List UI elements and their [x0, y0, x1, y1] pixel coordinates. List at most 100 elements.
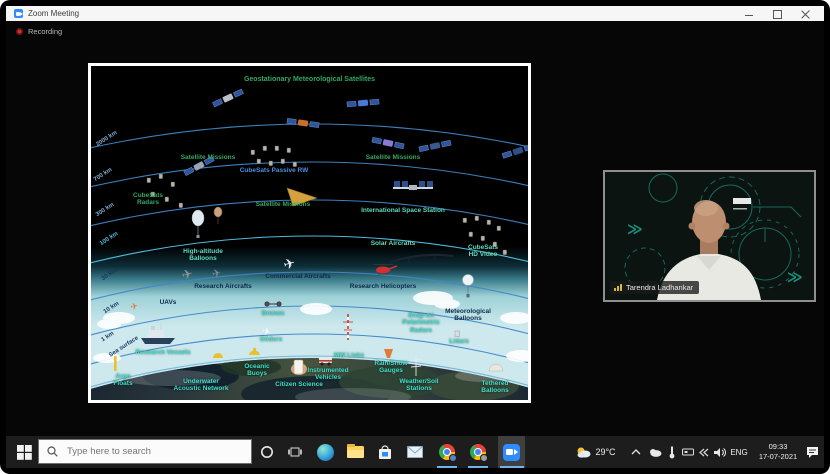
label-uavs: UAVs: [159, 299, 177, 306]
label-instrumented-vehicles: Instrumented Vehicles: [307, 367, 349, 382]
label-research-aircrafts: Research Aircrafts: [194, 283, 252, 290]
usb-icon: [682, 448, 694, 456]
label-satellite-missions: Satellite Missions: [255, 201, 311, 208]
label-citizen-science: Citizen Science: [275, 381, 323, 388]
participant-name-tag: Tarendra Ladhankar: [610, 281, 700, 294]
store-icon: [379, 444, 391, 459]
store-button[interactable]: [372, 436, 398, 468]
label-cubesats-hd: CubeSats HD Video: [468, 244, 498, 259]
recording-dot-icon: [16, 28, 23, 35]
rain-gauge-icon: [384, 349, 393, 358]
svg-text:✈: ✈: [282, 255, 298, 274]
drone-icon: [264, 301, 282, 307]
thermometer-icon: [669, 446, 675, 458]
shared-screen-slide: ✈ ✈ ✈ ✈ ✈ Geostationary Meteorological S…: [88, 63, 531, 403]
zoom-icon: [503, 443, 520, 461]
label-rain-snow-gauges: Rain/Snow Gauges: [374, 360, 408, 375]
volume-icon: [713, 447, 726, 457]
chevron-up-icon: [631, 449, 641, 455]
zoom-taskbar-button[interactable]: [498, 436, 525, 468]
label-commercial-aircrafts: Commercial Aircrafts: [265, 273, 331, 280]
onedrive-tray-button[interactable]: [646, 436, 664, 468]
taskbar-search[interactable]: [38, 439, 252, 464]
cortana-icon: [261, 446, 273, 458]
mail-icon: [407, 446, 423, 458]
start-button[interactable]: [12, 436, 36, 468]
action-center-button[interactable]: [802, 436, 822, 468]
onedrive-cloud-icon: [650, 448, 662, 457]
cortana-button[interactable]: [254, 436, 280, 468]
file-explorer-button[interactable]: [342, 436, 368, 468]
edge-button[interactable]: [312, 436, 338, 468]
label-snap-radars: Snap-on Polarimetric Radars: [402, 312, 440, 334]
svg-text:≫: ≫: [787, 268, 803, 286]
label-argo-floats: Argo Floats: [113, 373, 133, 388]
svg-text:✈: ✈: [130, 302, 140, 313]
label-solar-aircrafts: Solar Aircrafts: [370, 240, 416, 247]
edge-icon: [316, 443, 334, 461]
search-input[interactable]: [65, 445, 229, 458]
label-weather-soil-stations: Weather/Soil Stations: [399, 378, 439, 393]
active-app-indicator: [468, 466, 488, 468]
clock-time: 09:33: [768, 441, 788, 451]
meeting-content-area: Recording ✈ ✈ ✈ ✈ ✈ Geostationary Meteor…: [6, 21, 824, 436]
label-gliders: Gliders: [259, 336, 283, 343]
weather-temp: 29°C: [595, 447, 616, 457]
usb-tray-button[interactable]: [680, 436, 696, 468]
label-high-altitude-balloons: High-altitude Balloons: [183, 248, 223, 263]
iss-icon: [393, 181, 433, 190]
label-satellite-missions: Satellite Missions: [180, 154, 236, 161]
slide-title: Geostationary Meteorological Satellites: [243, 76, 376, 83]
lidar-icon: [454, 330, 460, 337]
weather-icon: [577, 447, 591, 458]
chrome-badge: [449, 454, 457, 462]
maximize-button[interactable]: [772, 9, 782, 19]
file-explorer-icon: [346, 443, 364, 458]
show-hidden-icons-button[interactable]: [628, 436, 644, 468]
zoom-app-icon: [14, 9, 23, 18]
language-code: ENG: [730, 447, 748, 457]
tethered-balloon-icon: [488, 363, 504, 372]
screen-frame: Zoom Meeting Recording ✈ ✈ ✈ ✈ ✈ Geostat…: [0, 0, 830, 474]
weather-widget[interactable]: 29°C: [566, 436, 626, 468]
label-research-helicopters: Research Helicopters: [349, 283, 417, 290]
chrome-button-1[interactable]: [434, 436, 460, 468]
zoom-window-titlebar: Zoom Meeting: [6, 6, 824, 21]
helicopter-icon: [373, 264, 398, 275]
participant-name: Tarendra Ladhankar: [626, 283, 694, 292]
label-lidars: Lidars: [449, 338, 469, 345]
chrome-icon: [470, 444, 488, 462]
buoy-icons: [213, 348, 260, 358]
volume-tray-button[interactable]: [712, 436, 728, 468]
cast-tray-button[interactable]: [697, 436, 711, 468]
label-iss: International Space Station: [361, 207, 445, 214]
chrome-button-2[interactable]: [465, 436, 491, 468]
chrome-icon: [439, 444, 457, 462]
task-view-button[interactable]: [282, 436, 308, 468]
svg-text:✈: ✈: [211, 266, 223, 281]
windows-logo-icon: [16, 444, 32, 460]
active-app-indicator: [437, 466, 457, 468]
close-button[interactable]: [800, 9, 810, 19]
thermometer-tray-button[interactable]: [665, 436, 679, 468]
argo-float-icon: [114, 356, 117, 371]
radio-tower-icon: [343, 314, 353, 340]
minimize-button[interactable]: [744, 9, 754, 19]
cast-arrows-icon: [699, 448, 709, 456]
label-oceanic-buoys: Oceanic Buoys: [244, 363, 270, 378]
taskbar-clock[interactable]: 09:33 17-07-2021: [750, 436, 806, 468]
windows-taskbar: 29°C: [6, 436, 824, 468]
satellite-icon: [346, 98, 380, 108]
chrome-badge: [480, 454, 488, 462]
mail-button[interactable]: [402, 436, 428, 468]
high-altitude-balloon-icon: [191, 206, 223, 238]
label-research-vessels: Research Vessels: [135, 349, 191, 356]
label-cubesats-passive: CubeSats Passive RW: [239, 167, 309, 174]
label-tethered-balloons: Tethered Balloons: [481, 380, 509, 395]
search-icon: [47, 446, 58, 457]
connection-signal-icon: [614, 284, 622, 291]
active-app-indicator: [499, 466, 524, 468]
label-drones: Drones: [261, 310, 285, 317]
participant-video-tile[interactable]: ≫ ≫ Tarendra Ladhankar: [603, 170, 816, 302]
language-indicator[interactable]: ENG: [728, 436, 750, 468]
